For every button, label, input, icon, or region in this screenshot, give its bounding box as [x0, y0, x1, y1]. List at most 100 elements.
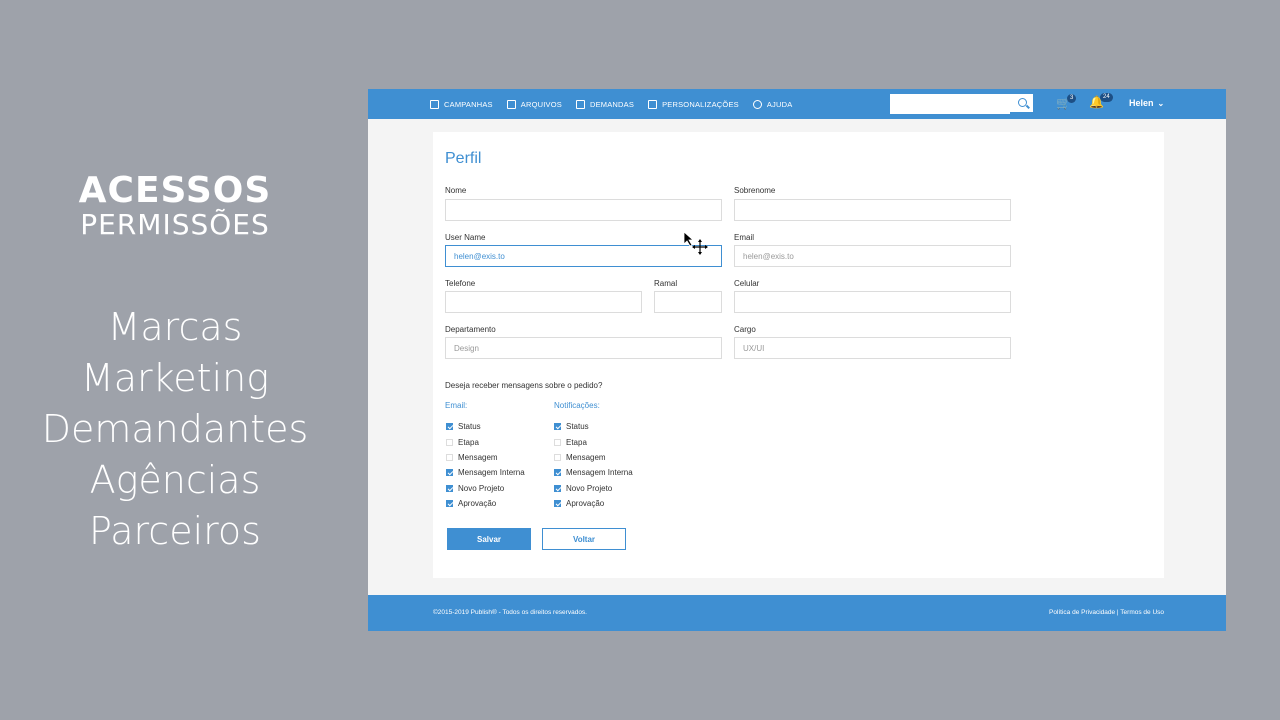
- notif-options-title: Notificações:: [554, 401, 600, 410]
- slide-subheading: PERMISSÕES: [80, 208, 270, 241]
- notif-option-label: Mensagem Interna: [566, 468, 633, 478]
- search-icon[interactable]: [1018, 98, 1027, 107]
- notif-option[interactable]: Status: [554, 419, 633, 434]
- cargo-field[interactable]: UX/UI: [734, 337, 1011, 359]
- nav-label: AJUDA: [766, 99, 793, 109]
- notif-options-list: Status Etapa Mensagem Mensagem Interna Novo …: [554, 419, 633, 511]
- footer-copyright: ©2015-2019 Publish® - Todos os direitos …: [433, 609, 587, 616]
- notif-option-label: Mensagem: [566, 452, 606, 462]
- telefone-field[interactable]: [445, 291, 642, 313]
- email-field[interactable]: helen@exis.to: [734, 245, 1011, 267]
- cart-count-badge: 3: [1067, 94, 1077, 103]
- nav-label: DEMANDAS: [589, 99, 635, 109]
- top-navbar: CAMPANHAS ARQUIVOS DEMANDAS PERSONALIZAÇ…: [368, 89, 1226, 119]
- notif-checkbox[interactable]: [554, 469, 561, 477]
- nav-ajuda[interactable]: AJUDA: [752, 99, 793, 109]
- cart-button[interactable]: 🛒 3: [1056, 94, 1077, 110]
- notif-checkbox[interactable]: [554, 423, 561, 431]
- nav-label: CAMPANHAS: [444, 99, 493, 109]
- email-options-title: Email:: [445, 401, 468, 410]
- notif-option[interactable]: Etapa: [554, 434, 633, 449]
- notif-checkbox[interactable]: [554, 438, 561, 446]
- role-item: Parceiros: [89, 509, 261, 553]
- app-window: CAMPANHAS ARQUIVOS DEMANDAS PERSONALIZAÇ…: [368, 89, 1226, 631]
- email-option[interactable]: Novo Projeto: [446, 481, 525, 496]
- list-icon: [575, 99, 585, 109]
- nav-demandas[interactable]: DEMANDAS: [575, 99, 635, 109]
- telefone-label: Telefone: [445, 279, 476, 288]
- notif-option-label: Status: [566, 422, 589, 432]
- file-icon: [506, 99, 516, 109]
- main-nav: CAMPANHAS ARQUIVOS DEMANDAS PERSONALIZAÇ…: [430, 89, 792, 119]
- notif-option-label: Etapa: [566, 437, 587, 447]
- ramal-label: Ramal: [654, 279, 678, 288]
- email-option[interactable]: Mensagem: [446, 450, 525, 465]
- email-option[interactable]: Etapa: [446, 434, 525, 449]
- email-checkbox[interactable]: [446, 438, 453, 446]
- messages-question: Deseja receber mensagens sobre o pedido?: [445, 381, 603, 390]
- sobrenome-field[interactable]: [734, 199, 1011, 221]
- nav-label: PERSONALIZAÇÕES: [662, 99, 739, 109]
- cargo-label: Cargo: [734, 325, 756, 334]
- email-option-label: Status: [458, 422, 481, 432]
- email-option-label: Aprovação: [458, 499, 497, 509]
- notif-option-label: Novo Projeto: [566, 483, 613, 493]
- nav-label: ARQUIVOS: [520, 99, 562, 109]
- notif-option[interactable]: Novo Projeto: [554, 481, 633, 496]
- footer: ©2015-2019 Publish® - Todos os direitos …: [368, 595, 1226, 631]
- nome-label: Nome: [445, 186, 467, 195]
- email-options-list: Status Etapa Mensagem Mensagem Interna Novo …: [446, 419, 525, 511]
- role-item: Demandantes: [41, 407, 309, 451]
- email-option[interactable]: Mensagem Interna: [446, 465, 525, 480]
- email-option-label: Mensagem Interna: [458, 468, 525, 478]
- nav-campanhas[interactable]: CAMPANHAS: [430, 99, 493, 109]
- email-option-label: Etapa: [458, 437, 479, 447]
- email-option[interactable]: Aprovação: [446, 496, 525, 511]
- notif-option-label: Aprovação: [566, 499, 605, 509]
- username-field[interactable]: helen@exis.to: [445, 245, 722, 267]
- help-icon: [752, 99, 762, 109]
- email-checkbox[interactable]: [446, 500, 453, 508]
- celular-label: Celular: [734, 279, 760, 288]
- notifications-count-badge: 24: [1100, 93, 1113, 102]
- notif-checkbox[interactable]: [554, 500, 561, 508]
- chevron-down-icon: ⌄: [1157, 99, 1165, 108]
- calendar-icon: [430, 99, 439, 109]
- edit-icon: [648, 99, 658, 109]
- sobrenome-label: Sobrenome: [734, 186, 776, 195]
- departamento-label: Departamento: [445, 325, 496, 334]
- email-label: Email: [734, 233, 755, 242]
- role-item: Marcas: [107, 305, 243, 349]
- notif-option[interactable]: Mensagem: [554, 450, 633, 465]
- slide-text-panel: ACESSOS PERMISSÕES Marcas Marketing Dema…: [0, 0, 350, 720]
- nav-arquivos[interactable]: ARQUIVOS: [506, 99, 562, 109]
- email-checkbox[interactable]: [446, 484, 453, 492]
- user-name: Helen: [1129, 98, 1154, 108]
- notifications-button[interactable]: 🔔 24: [1089, 93, 1113, 109]
- email-option-label: Novo Projeto: [458, 483, 505, 493]
- email-checkbox[interactable]: [446, 453, 453, 461]
- departamento-field[interactable]: Design: [445, 337, 722, 359]
- username-label: User Name: [445, 233, 486, 242]
- back-button[interactable]: Voltar: [542, 528, 626, 550]
- search-box: [890, 94, 1033, 114]
- ramal-field[interactable]: [654, 291, 722, 313]
- email-option[interactable]: Status: [446, 419, 525, 434]
- email-checkbox[interactable]: [446, 469, 453, 477]
- notif-checkbox[interactable]: [554, 484, 561, 492]
- user-menu[interactable]: Helen ⌄: [1129, 98, 1164, 108]
- celular-field[interactable]: [734, 291, 1011, 313]
- email-checkbox[interactable]: [446, 423, 453, 431]
- notif-option[interactable]: Mensagem Interna: [554, 465, 633, 480]
- move-cursor-icon: [683, 231, 708, 255]
- notif-checkbox[interactable]: [554, 453, 561, 461]
- search-input[interactable]: [890, 95, 1010, 114]
- nome-field[interactable]: [445, 199, 722, 221]
- save-button[interactable]: Salvar: [447, 528, 531, 550]
- nav-personalizacoes[interactable]: PERSONALIZAÇÕES: [648, 99, 739, 109]
- page-title: Perfil: [445, 150, 482, 167]
- role-item: Agências: [89, 458, 261, 502]
- slide-heading: ACESSOS: [78, 170, 272, 211]
- footer-links[interactable]: Política de Privacidade | Termos de Uso: [1049, 609, 1164, 616]
- notif-option[interactable]: Aprovação: [554, 496, 633, 511]
